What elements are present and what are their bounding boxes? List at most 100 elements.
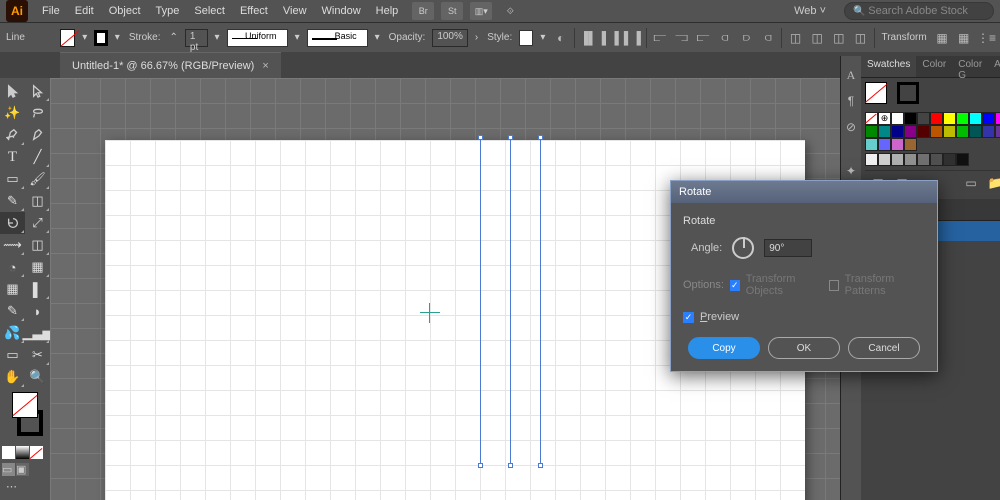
swatch-color[interactable] <box>969 112 982 125</box>
swatch-color[interactable] <box>865 125 878 138</box>
swatch-color[interactable] <box>904 125 917 138</box>
swatch-color[interactable] <box>891 125 904 138</box>
checkbox-preview[interactable]: ✓ <box>683 312 694 323</box>
menu-effect[interactable]: Effect <box>233 2 275 20</box>
brush-definition[interactable]: Basic <box>307 29 368 47</box>
swatch-gray[interactable] <box>904 153 917 166</box>
transform-panel-icon[interactable]: ✦ <box>841 162 861 180</box>
document-tab[interactable]: Untitled-1* @ 66.67% (RGB/Preview) × <box>60 52 281 78</box>
type-tool[interactable]: T <box>0 146 25 168</box>
align-h1-icon[interactable]: ⫍ <box>652 28 669 48</box>
screen-mode-full[interactable]: ▣ <box>16 463 29 476</box>
align-center-icon[interactable]: ▌▐ <box>602 28 619 48</box>
zoom-tool[interactable]: 🔍 <box>25 366 50 388</box>
shape-builder-tool[interactable]: ◔ <box>0 256 25 278</box>
selection-tool[interactable] <box>0 80 25 102</box>
angle-input[interactable] <box>764 239 812 257</box>
stock-icon[interactable]: St <box>441 2 463 20</box>
rectangle-tool[interactable]: ▭ <box>0 168 25 190</box>
menu-file[interactable]: File <box>35 2 67 20</box>
mesh-tool[interactable]: ▦ <box>0 278 25 300</box>
rotation-origin-icon[interactable] <box>420 303 440 323</box>
swatch-color[interactable] <box>956 112 969 125</box>
swatch-color[interactable] <box>865 138 878 151</box>
swatch-options-icon[interactable]: ▭ <box>961 174 981 192</box>
current-stroke-swatch[interactable] <box>897 82 919 104</box>
swatch-color[interactable] <box>904 112 917 125</box>
gpu-icon[interactable]: ⟐ <box>499 2 521 20</box>
swatch-color[interactable] <box>891 112 904 125</box>
swatch-color[interactable] <box>982 112 995 125</box>
align-h3-icon[interactable]: ⫍ <box>695 28 712 48</box>
tab-align[interactable]: Align <box>988 56 1000 77</box>
swatch-gray[interactable] <box>917 153 930 166</box>
selected-line-3[interactable] <box>540 138 541 465</box>
shape-mode-1-icon[interactable]: ◫ <box>787 28 804 48</box>
recolor-icon[interactable]: ◐ <box>552 28 569 48</box>
align-to-icon[interactable]: ⋮≡ <box>977 28 996 48</box>
shape-mode-2-icon[interactable]: ◫ <box>809 28 826 48</box>
edit-toolbar-button[interactable]: ⋯ <box>6 480 50 493</box>
opacity-input[interactable]: 100% <box>432 29 468 47</box>
symbol-sprayer-tool[interactable]: 💦 <box>0 322 25 344</box>
transform-link[interactable]: Transform <box>881 32 926 43</box>
isolate2-icon[interactable]: ▦ <box>955 28 972 48</box>
screen-mode-normal[interactable]: ▭ <box>2 463 15 476</box>
swatch-gray[interactable] <box>878 153 891 166</box>
cancel-button[interactable]: Cancel <box>848 337 920 359</box>
angle-dial[interactable] <box>732 237 754 259</box>
swatch-color[interactable] <box>969 125 982 138</box>
search-stock-input[interactable]: 🔍 Search Adobe Stock <box>844 2 994 20</box>
checkbox-transform-patterns[interactable] <box>829 280 839 291</box>
swatch-color[interactable] <box>943 125 956 138</box>
selected-line-1[interactable] <box>480 138 481 465</box>
menu-view[interactable]: View <box>276 2 314 20</box>
slice-tool[interactable]: ✂ <box>25 344 50 366</box>
shape-mode-4-icon[interactable]: ◫ <box>852 28 869 48</box>
swatch-color[interactable] <box>878 138 891 151</box>
swatch-gray[interactable] <box>956 153 969 166</box>
line-tool[interactable]: ╱ <box>25 146 50 168</box>
align-h2-icon[interactable]: ⫎ <box>673 28 690 48</box>
variable-width-profile[interactable]: Uniform <box>227 29 288 47</box>
glyphs-panel-icon[interactable]: ⊘ <box>841 118 861 136</box>
scale-tool[interactable]: ⤢ <box>25 212 50 234</box>
fill-indicator[interactable] <box>12 392 38 418</box>
swatch-color[interactable] <box>995 112 1000 125</box>
workspace-switcher[interactable]: Web ˅ <box>786 3 834 19</box>
swatch-color[interactable] <box>995 125 1000 138</box>
close-tab-icon[interactable]: × <box>262 60 268 72</box>
swatch-color[interactable] <box>917 125 930 138</box>
fill-stroke-indicator[interactable] <box>0 388 50 440</box>
swatch-color[interactable] <box>930 125 943 138</box>
arrange-icon[interactable]: ▥▾ <box>470 2 492 20</box>
menu-edit[interactable]: Edit <box>68 2 101 20</box>
menu-window[interactable]: Window <box>315 2 368 20</box>
isolate-icon[interactable]: ▦ <box>934 28 951 48</box>
curvature-tool[interactable] <box>25 124 50 146</box>
direct-selection-tool[interactable] <box>25 80 50 102</box>
color-mode-solid[interactable] <box>2 446 15 459</box>
swatch-gray[interactable] <box>943 153 956 166</box>
swatch-color[interactable] <box>956 125 969 138</box>
menu-help[interactable]: Help <box>369 2 406 20</box>
swatch-registration[interactable]: ⊕ <box>878 112 891 125</box>
new-group-icon[interactable]: 📁 <box>985 174 1000 192</box>
rotate-tool[interactable] <box>0 212 25 234</box>
paragraph-panel-icon[interactable]: ¶ <box>841 92 861 110</box>
hand-tool[interactable]: ✋ <box>0 366 25 388</box>
stroke-weight-input[interactable]: 1 pt <box>185 29 208 47</box>
copy-button[interactable]: Copy <box>688 337 760 359</box>
swatch-color[interactable] <box>917 112 930 125</box>
paintbrush-tool[interactable]: 🖌 <box>25 168 50 190</box>
fill-swatch[interactable] <box>60 29 76 47</box>
swatch-color[interactable] <box>878 125 891 138</box>
eraser-tool[interactable]: ◫ <box>25 190 50 212</box>
column-graph-tool[interactable]: ▁▃▅ <box>25 322 50 344</box>
swatch-gray[interactable] <box>891 153 904 166</box>
tab-swatches[interactable]: Swatches <box>861 56 916 77</box>
swatch-color[interactable] <box>891 138 904 151</box>
selected-line-2[interactable] <box>510 138 511 465</box>
menu-object[interactable]: Object <box>102 2 148 20</box>
menu-select[interactable]: Select <box>187 2 232 20</box>
